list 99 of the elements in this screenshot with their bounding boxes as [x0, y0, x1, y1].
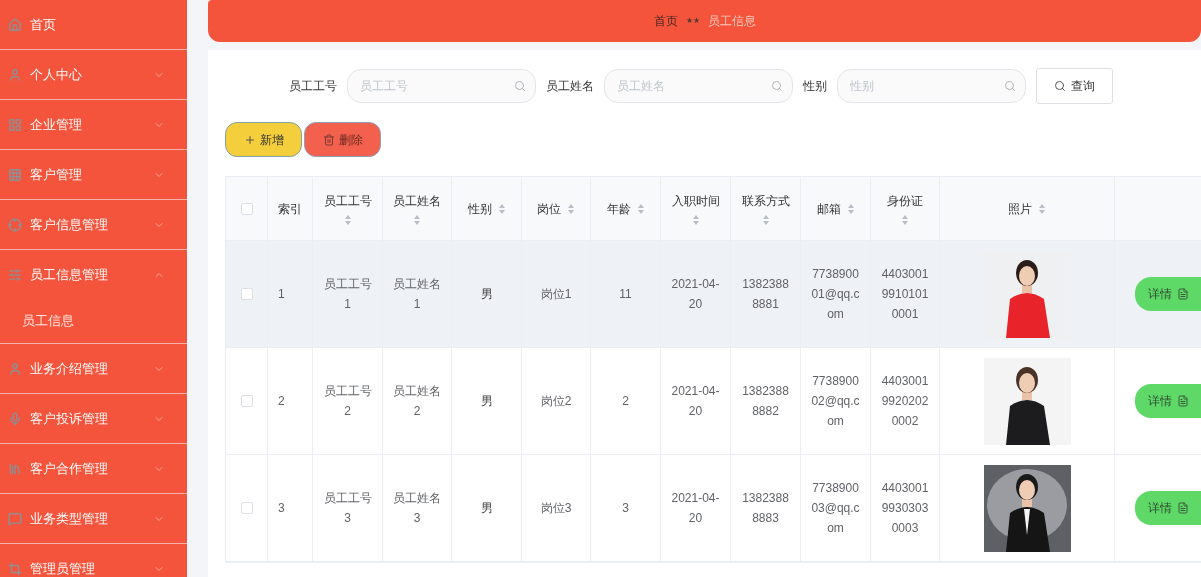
checkbox[interactable]	[240, 202, 253, 215]
table-cell-text: 2	[278, 393, 285, 410]
microphone-icon	[8, 411, 22, 426]
column-header[interactable]: 入职时间	[671, 191, 720, 210]
menu-item[interactable]: 业务介绍管理	[0, 344, 187, 393]
table-cell-text: 岗位1	[540, 286, 572, 303]
table-cell-text: 773890003@qq.com	[810, 480, 861, 537]
delete-button[interactable]: 删除	[304, 122, 381, 157]
column-header[interactable]: 邮箱	[816, 199, 841, 218]
menu-item[interactable]: 业务类型管理	[0, 494, 187, 543]
column-header[interactable]: 照片	[1008, 199, 1032, 218]
sort-icon[interactable]	[343, 213, 352, 226]
table-cell-text: 员工姓名2	[392, 383, 442, 420]
table-cell-text: 岗位2	[540, 393, 572, 410]
menu-item[interactable]: 员工信息管理	[0, 250, 187, 299]
table-cell-text: 440300199303030003	[880, 480, 930, 537]
grid-icon	[8, 117, 22, 132]
menu-item[interactable]: 客户投诉管理	[0, 394, 187, 443]
sort-icon[interactable]	[761, 213, 770, 226]
menu-item[interactable]: 首页	[0, 0, 187, 49]
query-button[interactable]: 查询	[1036, 68, 1113, 104]
sort-icon[interactable]	[636, 202, 645, 215]
table-cell-text: 员工工号3	[322, 490, 373, 527]
document-icon	[1177, 288, 1189, 300]
checkbox[interactable]	[240, 502, 253, 514]
table-cell-text: 岗位3	[540, 500, 572, 517]
table-cell-text: 440300199202020002	[880, 373, 930, 430]
table-cell-text: 3	[622, 500, 629, 517]
table-cell-text: 3	[278, 500, 285, 517]
field-label: 性别	[803, 78, 827, 95]
sort-icon[interactable]	[901, 213, 909, 226]
table-cell-text: 2	[622, 393, 629, 410]
menu-item[interactable]: 客户管理	[0, 150, 187, 199]
checkbox[interactable]	[240, 395, 253, 407]
menu-item[interactable]: 客户信息管理	[0, 200, 187, 249]
sort-icon[interactable]	[413, 213, 421, 226]
document-icon	[1177, 395, 1189, 407]
column-header[interactable]: 岗位	[537, 199, 561, 218]
detail-button[interactable]: 详情	[1135, 277, 1201, 311]
column-header[interactable]: 联系方式	[741, 191, 790, 210]
home-icon	[8, 17, 22, 32]
detail-button[interactable]: 详情	[1135, 384, 1201, 418]
table-cell-text: 男	[480, 286, 493, 303]
plus-icon	[243, 133, 256, 146]
field-label: 员工姓名	[546, 78, 594, 95]
column-header[interactable]: 身份证	[887, 191, 923, 210]
user-icon	[8, 361, 22, 376]
column-header: 索引	[278, 200, 302, 218]
table-cell-text: 员工姓名1	[392, 276, 442, 313]
sliders-icon	[8, 267, 22, 282]
table-cell-text: 员工工号1	[322, 276, 373, 313]
checkbox[interactable]	[240, 288, 253, 300]
document-icon	[1177, 502, 1189, 514]
table-cell-text: 773890001@qq.com	[810, 266, 861, 323]
column-header[interactable]: 性别	[467, 199, 492, 218]
search-icon	[1004, 80, 1016, 92]
column-header[interactable]: 员工姓名	[393, 191, 441, 210]
search-icon	[1054, 80, 1066, 92]
table-cell-text: 2021-04-20	[670, 490, 721, 527]
menu-item[interactable]: 企业管理	[0, 100, 187, 149]
table-cell-text: 773890002@qq.com	[810, 373, 861, 430]
table-cell-text: 440300199101010001	[880, 266, 930, 323]
sort-icon[interactable]	[567, 202, 575, 215]
sort-icon[interactable]	[497, 202, 506, 215]
trash-icon	[322, 133, 335, 146]
submenu-item[interactable]: 员工信息	[0, 299, 187, 343]
table-cell-text: 员工工号2	[322, 383, 373, 420]
table-cell-text: 男	[480, 393, 493, 410]
grid-icon	[8, 167, 22, 182]
table-cell-text: 男	[480, 500, 493, 517]
crop-icon	[8, 561, 22, 576]
breadcrumb-current: 员工信息	[707, 13, 756, 30]
menu-item[interactable]: 客户合作管理	[0, 444, 187, 493]
breadcrumb-link[interactable]: 首页	[653, 12, 678, 30]
detail-button[interactable]: 详情	[1135, 491, 1201, 525]
field-label: 员工工号	[289, 78, 337, 95]
bars-icon	[8, 461, 22, 476]
sort-icon[interactable]	[846, 202, 855, 215]
table-cell-text: 员工姓名3	[392, 490, 442, 527]
table-cell-text: 13823888881	[741, 276, 790, 313]
table-cell-text: 13823888883	[741, 490, 790, 527]
sort-icon[interactable]	[1038, 202, 1046, 215]
table-cell-text: 1	[278, 286, 285, 303]
sort-icon[interactable]	[691, 213, 700, 226]
user-icon	[8, 67, 22, 82]
table-cell-text: 13823888882	[741, 383, 790, 420]
search-icon	[514, 80, 526, 92]
search-icon	[771, 80, 783, 92]
table-cell-text: 2021-04-20	[670, 383, 721, 420]
column-header[interactable]: 年龄	[606, 199, 631, 218]
table-cell-text: 2021-04-20	[670, 276, 721, 313]
column-header[interactable]: 员工工号	[323, 191, 372, 210]
menu-item[interactable]: 管理员管理	[0, 544, 187, 577]
add-button[interactable]: 新增	[225, 122, 302, 157]
table-cell-text: 11	[619, 286, 632, 303]
menu-item[interactable]: 个人中心	[0, 50, 187, 99]
breadcrumb-separator: ★★	[685, 15, 700, 27]
crosshair-icon	[8, 217, 22, 232]
message-icon	[8, 511, 22, 526]
